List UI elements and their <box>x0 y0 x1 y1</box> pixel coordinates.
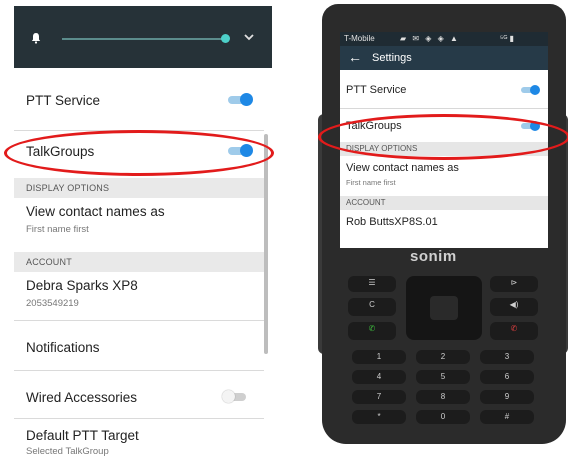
key-6[interactable]: 6 <box>480 370 534 384</box>
section-label: DISPLAY OPTIONS <box>26 183 110 193</box>
phone-account-name[interactable]: Rob ButtsXP8S.01 <box>346 216 438 228</box>
highlight-ellipse-right <box>318 114 568 160</box>
scrollbar[interactable] <box>264 134 268 354</box>
back-arrow-icon[interactable]: ← <box>348 49 362 65</box>
setting-title: Notifications <box>26 340 100 355</box>
key-7[interactable]: 7 <box>352 390 406 404</box>
section-header-display-options: DISPLAY OPTIONS <box>14 178 264 198</box>
key-0[interactable]: 0 <box>416 410 470 424</box>
key-end[interactable]: ✆ <box>490 322 538 340</box>
key-1[interactable]: 1 <box>352 350 406 364</box>
key-2[interactable]: 2 <box>416 350 470 364</box>
setting-title: Default PTT Target <box>26 428 139 443</box>
section-label: ACCOUNT <box>26 257 72 267</box>
setting-subtitle: First name first <box>346 178 396 187</box>
divider <box>14 418 264 419</box>
carrier-label: T-Mobile <box>344 34 375 43</box>
appbar-title: Settings <box>372 52 412 64</box>
phone-section-account: ACCOUNT <box>340 196 548 210</box>
setting-subtitle: First name first <box>26 224 89 235</box>
phone-keypad: ☰ ⊳ C ◀) ✆ ✆ 1 2 3 4 5 6 7 8 9 * 0 # <box>344 272 544 438</box>
signal-battery-icons: ⁵ᴳ ▮ <box>500 34 514 43</box>
phone-ptt-toggle[interactable] <box>520 85 540 95</box>
key-right-soft[interactable]: ⊳ <box>490 276 538 292</box>
setting-title: Wired Accessories <box>26 390 138 405</box>
volume-slider-track[interactable] <box>62 38 228 40</box>
account-number: 2053549219 <box>26 298 79 309</box>
setting-subtitle: Selected TalkGroup <box>26 446 109 456</box>
key-c[interactable]: C <box>348 298 396 316</box>
key-left-soft[interactable]: ☰ <box>348 276 396 292</box>
key-volume[interactable]: ◀) <box>490 298 538 316</box>
key-9[interactable]: 9 <box>480 390 534 404</box>
status-icons: ▰ ✉ ◈ ◈ ▲ <box>400 34 460 43</box>
key-call[interactable]: ✆ <box>348 322 396 340</box>
key-hash[interactable]: # <box>480 410 534 424</box>
settings-list: PTT Service TalkGroups DISPLAY OPTIONS V… <box>14 68 272 456</box>
key-3[interactable]: 3 <box>480 350 534 364</box>
highlight-ellipse-left <box>4 130 274 176</box>
divider <box>14 320 264 321</box>
key-8[interactable]: 8 <box>416 390 470 404</box>
ptt-service-toggle[interactable] <box>226 93 253 106</box>
notification-shade-bar <box>14 6 272 68</box>
setting-title: PTT Service <box>26 93 101 108</box>
bell-icon[interactable] <box>30 32 42 44</box>
key-4[interactable]: 4 <box>352 370 406 384</box>
settings-screenshot-left: PTT Service TalkGroups DISPLAY OPTIONS V… <box>14 6 272 456</box>
key-star[interactable]: * <box>352 410 406 424</box>
divider <box>14 370 264 371</box>
wired-accessories-toggle[interactable] <box>222 390 248 403</box>
phone-status-bar: T-Mobile ▰ ✉ ◈ ◈ ▲ ⁵ᴳ ▮ <box>340 32 548 46</box>
setting-title: View contact names as <box>26 204 165 219</box>
account-name: Debra Sparks XP8 <box>26 278 138 293</box>
chevron-down-icon[interactable] <box>242 30 256 44</box>
section-label: ACCOUNT <box>346 198 386 207</box>
sonim-logo: sonim <box>410 248 457 265</box>
volume-slider-thumb[interactable] <box>221 34 230 43</box>
sonim-phone-photo: T-Mobile ▰ ✉ ◈ ◈ ▲ ⁵ᴳ ▮ ← Settings PTT S… <box>318 4 568 456</box>
divider <box>340 108 548 109</box>
dpad-ok[interactable] <box>430 296 458 320</box>
phone-app-bar: ← Settings <box>340 46 548 70</box>
setting-title: View contact names as <box>346 162 459 174</box>
section-header-account: ACCOUNT <box>14 252 264 272</box>
key-5[interactable]: 5 <box>416 370 470 384</box>
setting-title: PTT Service <box>346 84 407 96</box>
